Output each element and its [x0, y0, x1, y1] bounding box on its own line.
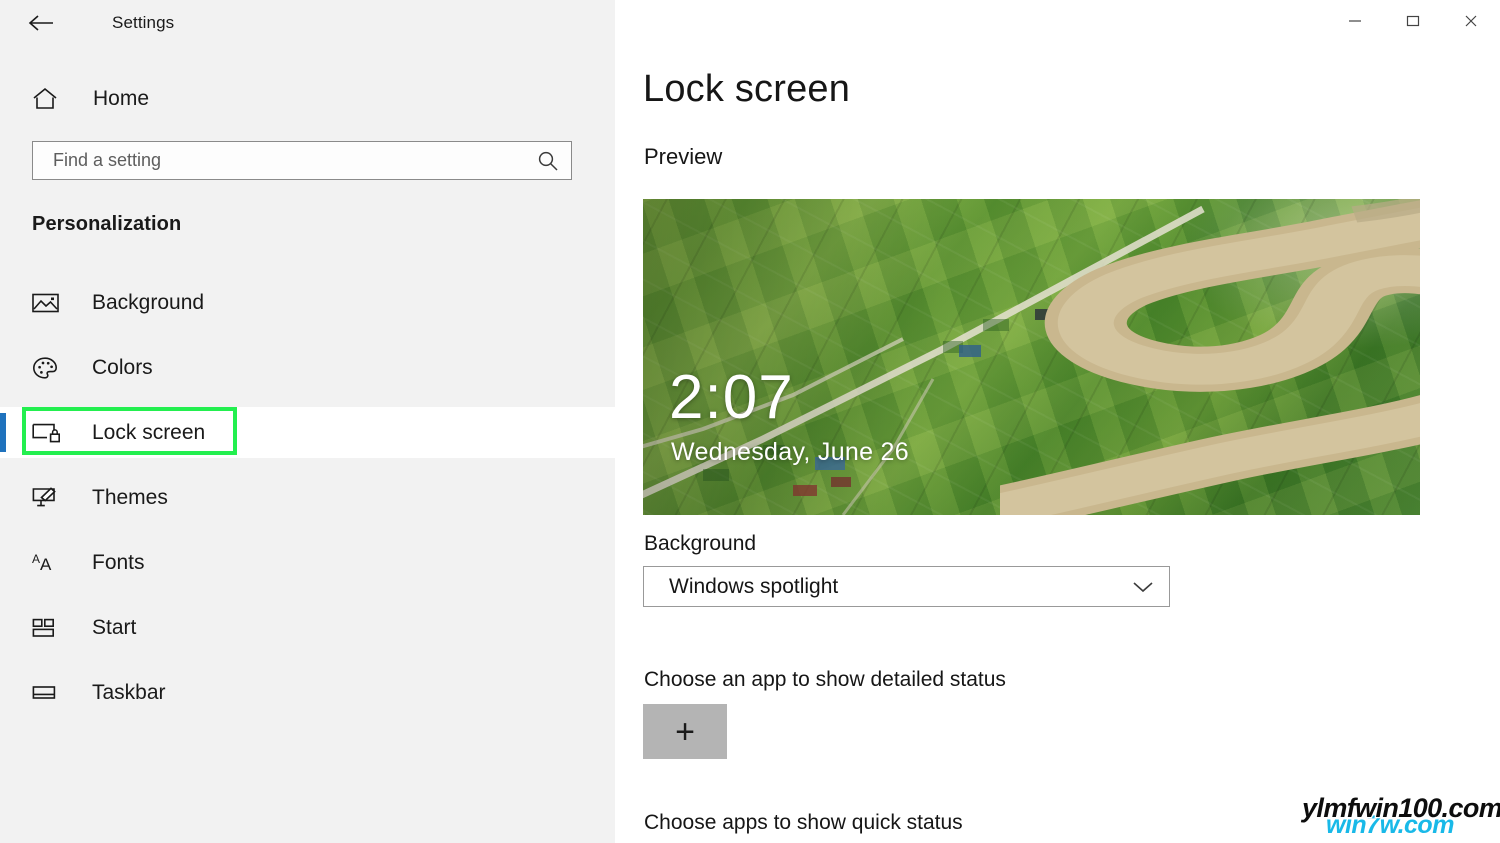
sidebar-item-background[interactable]: Background [0, 277, 615, 328]
background-dropdown[interactable]: Windows spotlight [643, 566, 1170, 607]
minimize-button[interactable] [1326, 0, 1384, 42]
sidebar-item-label: Background [92, 290, 205, 314]
sidebar-nav-list: Background Colors Lock screen Themes A A… [0, 277, 615, 732]
sidebar-item-label: Taskbar [92, 680, 166, 704]
chevron-down-icon [1117, 580, 1169, 594]
sidebar-item-taskbar[interactable]: Taskbar [0, 667, 615, 718]
palette-icon [32, 356, 68, 380]
back-arrow-icon [28, 15, 53, 31]
sidebar-item-colors[interactable]: Colors [0, 342, 615, 393]
sidebar-section-title: Personalization [32, 213, 182, 235]
search-icon[interactable] [525, 150, 571, 172]
taskbar-icon [32, 683, 68, 703]
quick-status-label: Choose apps to show quick status [644, 811, 963, 834]
sidebar-item-label: Colors [92, 355, 153, 379]
watermark: win7w.com ylmfwin100.com [1301, 789, 1500, 839]
sidebar-item-label: Start [92, 615, 137, 639]
minimize-icon [1349, 20, 1361, 22]
watermark-secondary: win7w.com [1326, 811, 1454, 839]
background-dropdown-value: Windows spotlight [669, 574, 839, 598]
preview-clock: 2:07 [669, 363, 794, 432]
close-icon [1465, 15, 1477, 27]
maximize-icon [1406, 15, 1420, 27]
sidebar-item-fonts[interactable]: A A Fonts [0, 537, 615, 588]
sidebar-titlebar: Settings [0, 0, 615, 46]
plus-icon: + [675, 712, 695, 751]
sidebar-item-label: Fonts [92, 550, 145, 574]
themes-icon [32, 486, 68, 510]
close-button[interactable] [1442, 0, 1500, 42]
watermark-primary: ylmfwin100.com [1301, 792, 1500, 825]
preview-vignette [643, 199, 1420, 515]
add-detailed-status-app-button[interactable]: + [643, 704, 727, 759]
sidebar-item-label: Lock screen [92, 420, 206, 444]
back-button[interactable] [28, 7, 68, 39]
preview-date: Wednesday, June 26 [671, 438, 909, 466]
maximize-button[interactable] [1384, 0, 1442, 42]
sidebar-item-home[interactable]: Home [0, 74, 615, 124]
page-title: Lock screen [643, 68, 851, 110]
settings-window: Settings Home Personalization [0, 0, 1500, 843]
search-box[interactable] [32, 141, 572, 180]
picture-icon [32, 292, 68, 314]
svg-text:A: A [40, 555, 52, 574]
sidebar-item-lock-screen[interactable]: Lock screen [0, 407, 615, 458]
detailed-status-label: Choose an app to show detailed status [644, 668, 1006, 691]
main-panel: Lock screen Preview 2:07 Wednesday, June… [615, 0, 1500, 843]
window-controls [1326, 0, 1500, 42]
lock-screen-icon [32, 422, 68, 444]
preview-heading: Preview [644, 144, 723, 169]
fonts-icon: A A [32, 551, 68, 575]
search-input[interactable] [33, 142, 525, 179]
svg-text:A: A [32, 552, 40, 566]
background-label: Background [644, 532, 757, 555]
start-icon [32, 617, 68, 639]
sidebar-item-label: Themes [92, 485, 168, 509]
selection-accent-bar [0, 413, 6, 452]
lock-screen-preview: 2:07 Wednesday, June 26 [643, 199, 1420, 515]
sidebar-item-themes[interactable]: Themes [0, 472, 615, 523]
sidebar: Settings Home Personalization [0, 0, 615, 843]
sidebar-item-start[interactable]: Start [0, 602, 615, 653]
window-title: Settings [112, 13, 175, 32]
home-icon [32, 87, 66, 111]
sidebar-item-label-home: Home [93, 87, 150, 110]
